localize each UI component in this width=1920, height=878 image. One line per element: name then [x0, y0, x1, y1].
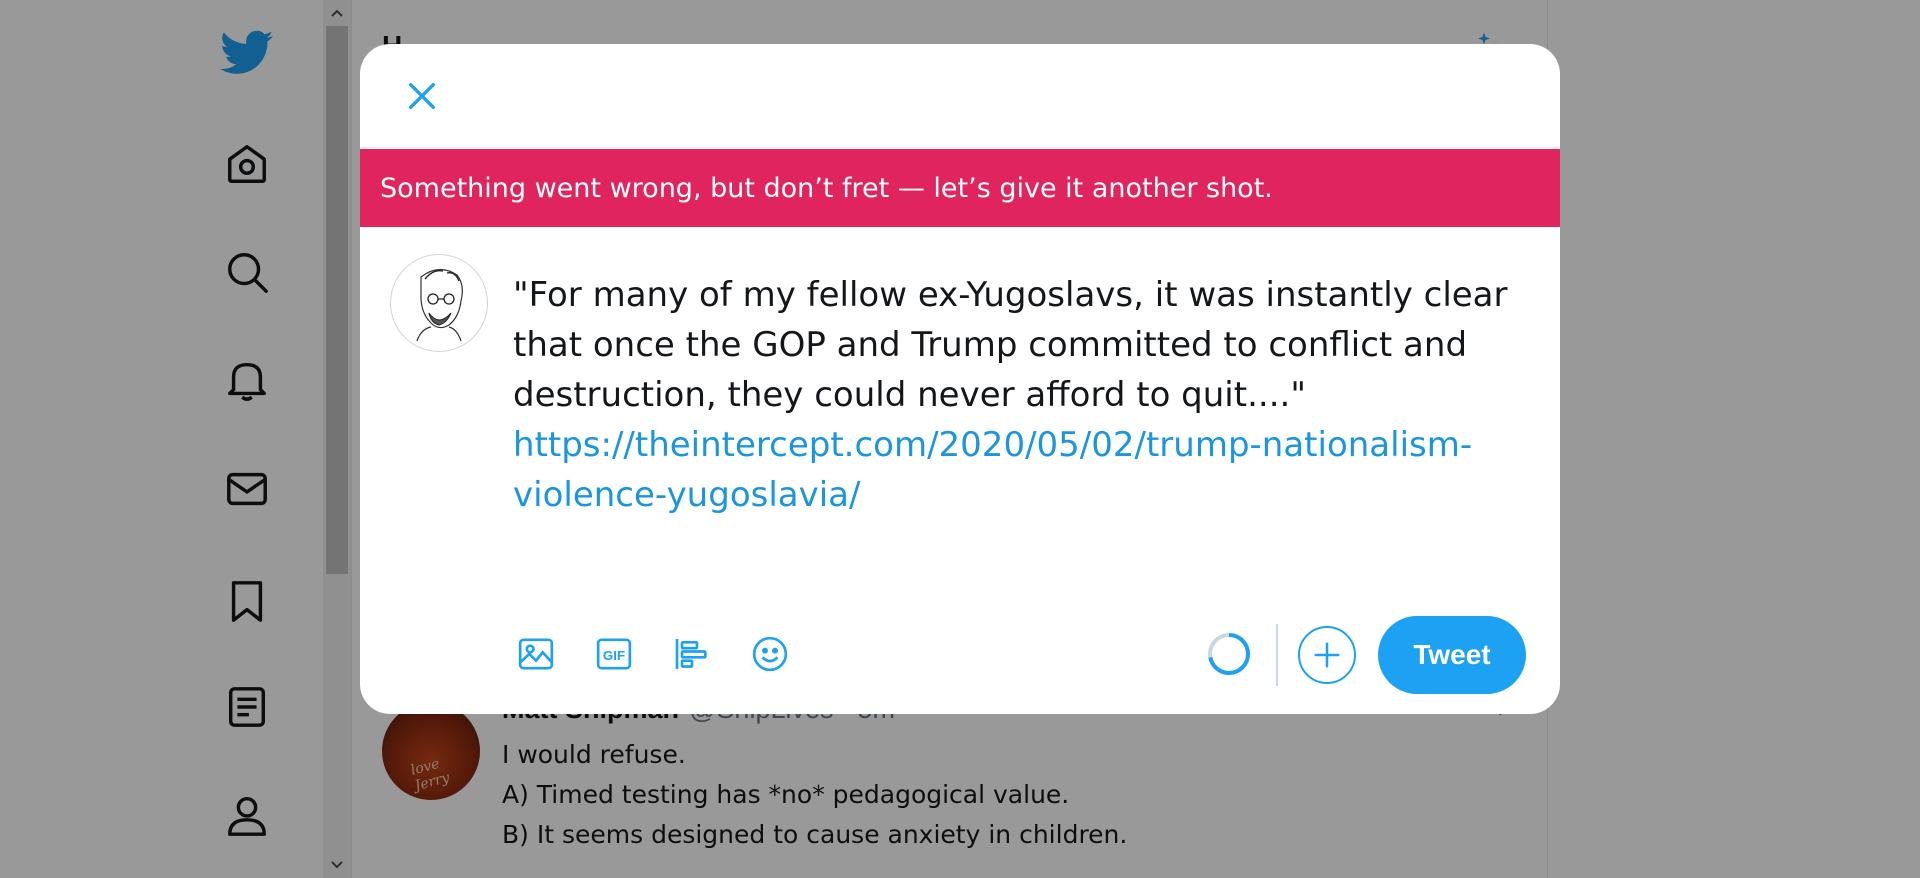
modal-header [360, 44, 1560, 148]
close-button[interactable] [396, 70, 448, 122]
avatar[interactable] [390, 254, 488, 352]
tweet-body-text: "For many of my fellow ex-Yugoslavs, it … [513, 275, 1508, 415]
error-banner: Something went wrong, but don’t fret — l… [360, 149, 1560, 227]
tweet-textarea[interactable]: "For many of my fellow ex-Yugoslavs, it … [513, 270, 1523, 520]
tweet-button[interactable]: Tweet [1378, 616, 1526, 694]
svg-text:GIF: GIF [603, 648, 625, 663]
twitter-page: H love Jerry Matt Shipman@ShipLives · 5m… [0, 0, 1920, 878]
media-button[interactable] [510, 628, 562, 680]
add-tweet-button[interactable] [1298, 626, 1356, 684]
character-counter [1206, 631, 1252, 677]
tweet-link[interactable]: https://theintercept.com/2020/05/02/trum… [513, 420, 1523, 520]
gif-icon: GIF [596, 638, 632, 670]
close-icon [408, 82, 436, 110]
image-icon [518, 638, 554, 670]
poll-icon [675, 639, 707, 669]
gif-button[interactable]: GIF [588, 628, 640, 680]
toolbar-divider [1276, 624, 1278, 686]
error-message: Something went wrong, but don’t fret — l… [380, 172, 1273, 204]
compose-toolbar: GIF [510, 624, 822, 684]
emoji-button[interactable] [744, 628, 796, 680]
compose-tweet-modal: Something went wrong, but don’t fret — l… [360, 44, 1560, 714]
plus-icon [1314, 642, 1340, 668]
emoji-icon [752, 636, 788, 672]
poll-button[interactable] [666, 628, 718, 680]
